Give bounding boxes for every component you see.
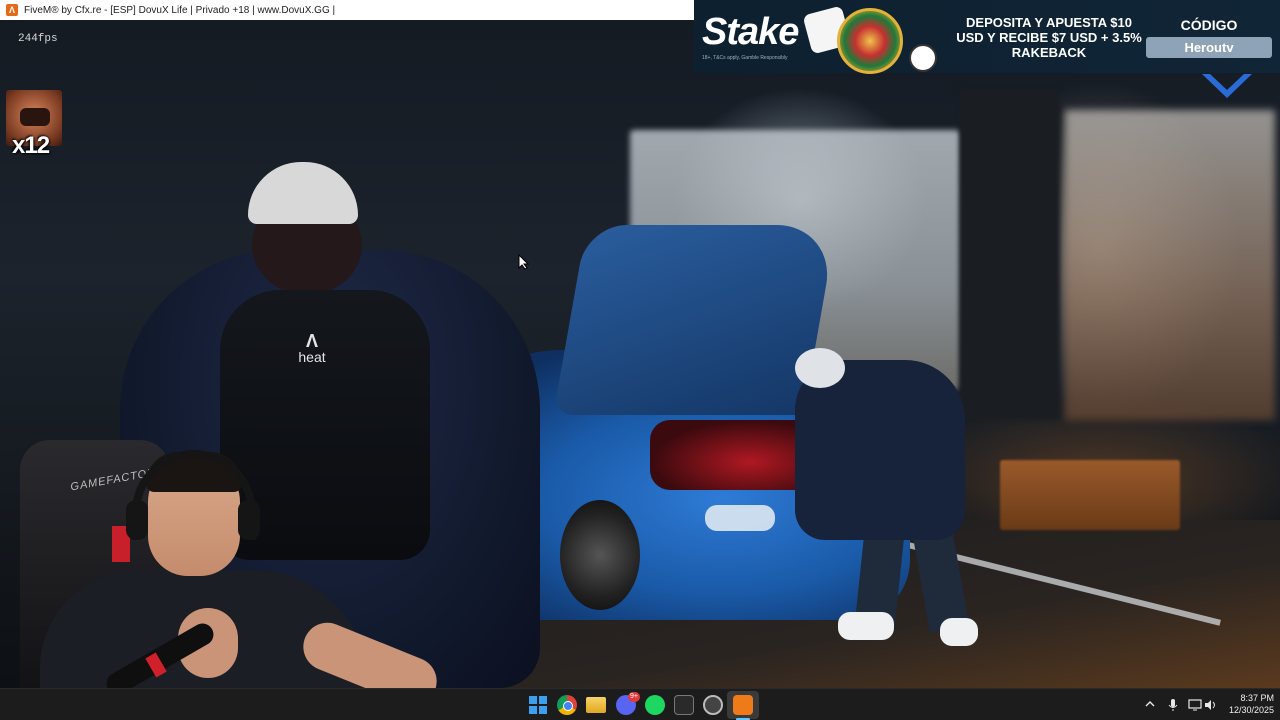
xbox-icon[interactable]	[674, 695, 694, 715]
ad-code-label: CÓDIGO	[1180, 17, 1238, 33]
rockstar-games-icon[interactable]	[703, 695, 723, 715]
ad-offer-text: DEPOSITA Y APUESTA $10 USD Y RECIBE $7 U…	[956, 15, 1142, 60]
show-hidden-icons-chevron-icon[interactable]	[1144, 698, 1156, 710]
windows-start-icon[interactable]	[528, 695, 548, 715]
mechanic-head	[795, 348, 845, 388]
stake-logo: Stake 18+, T&Cs apply, Gamble Responsibl…	[702, 10, 799, 66]
garage-pillar	[960, 90, 1060, 420]
background-building	[1065, 110, 1275, 420]
window-titlebar[interactable]: Λ FiveM® by Cfx.re - [ESP] DovuX Life | …	[0, 0, 694, 20]
emote-face	[20, 108, 50, 126]
player-cap	[248, 162, 358, 224]
webcam-overlay: GAMEFACTOR	[0, 440, 444, 713]
soccer-ball-icon	[909, 44, 937, 72]
discord-notification-badge: 9+	[628, 692, 640, 702]
stake-brand: Stake	[702, 11, 799, 53]
volume-icon[interactable]	[1204, 698, 1218, 720]
headset-earcup	[126, 500, 148, 540]
screen: Λ heat 244fps x12 Λ FiveM® by Cfx.re - […	[0, 0, 1280, 720]
fps-counter: 244fps	[18, 33, 58, 45]
casino-art	[797, 2, 947, 74]
windows-taskbar: 9+ 8:37 PM 12/30/2025	[0, 688, 1280, 720]
wooden-crate	[1000, 460, 1180, 530]
spotify-icon[interactable]	[645, 695, 665, 715]
fivem-taskbar-icon[interactable]	[733, 695, 753, 715]
fivem-icon: Λ	[6, 4, 18, 16]
mechanic-shoe	[838, 612, 894, 640]
mechanic-shoe	[940, 618, 978, 646]
backpack-logo: Λ heat	[298, 331, 326, 365]
file-explorer-icon[interactable]	[586, 697, 606, 713]
window-title: FiveM® by Cfx.re - [ESP] DovuX Life | Pr…	[24, 4, 336, 16]
emote-combo-count: x12	[12, 132, 50, 159]
car-headlight	[705, 505, 775, 531]
stake-disclaimer: 18+, T&Cs apply, Gamble Responsibly	[702, 55, 788, 61]
network-icon[interactable]	[1188, 698, 1202, 720]
mouse-cursor-icon	[518, 254, 530, 270]
clock-time: 8:37 PM	[1240, 693, 1274, 703]
microphone-tray-icon[interactable]	[1167, 698, 1179, 720]
car-hood-open	[553, 225, 837, 415]
car-wheel	[560, 500, 640, 610]
system-clock[interactable]: 8:37 PM 12/30/2025	[1222, 692, 1274, 716]
stake-ad-banner[interactable]: Stake 18+, T&Cs apply, Gamble Responsibl…	[694, 0, 1280, 74]
chrome-icon[interactable]	[557, 695, 577, 715]
headset-earcup	[238, 500, 260, 540]
server-logo-chevron-icon	[1202, 74, 1252, 98]
roulette-wheel-icon	[837, 8, 903, 74]
clock-date: 12/30/2025	[1228, 705, 1274, 715]
ad-code-value: Herоutv	[1146, 37, 1272, 58]
